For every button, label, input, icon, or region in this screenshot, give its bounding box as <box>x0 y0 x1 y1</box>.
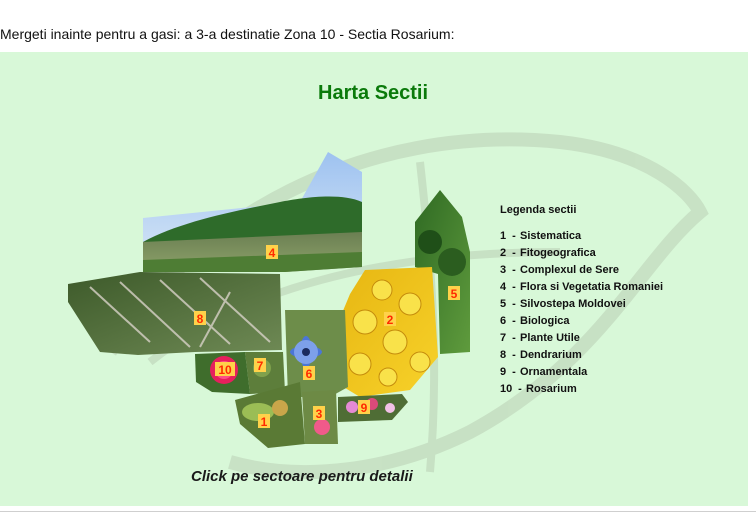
legend-item[interactable]: 8 - Dendrarium <box>500 347 663 364</box>
intro-text: Mergeti inainte pentru a gasi: a 3-a des… <box>0 26 455 42</box>
legend-item[interactable]: 4 - Flora si Vegetatia Romaniei <box>500 279 663 296</box>
marker-10[interactable]: 10 <box>215 362 235 377</box>
svg-text:4: 4 <box>269 246 276 260</box>
legend-item-label: Silvostepa Moldovei <box>520 298 626 310</box>
svg-text:2: 2 <box>387 313 394 327</box>
legend-title: Legenda sectii <box>500 204 577 216</box>
legend-item-label: Ornamentala <box>520 366 588 378</box>
svg-text:3: 3 <box>316 407 323 421</box>
legend-item-label: Complexul de Sere <box>520 264 620 276</box>
legend-item-label: Biologica <box>520 315 570 327</box>
bottom-divider <box>0 511 756 512</box>
marker-4[interactable]: 4 <box>266 245 278 260</box>
marker-2[interactable]: 2 <box>384 312 396 327</box>
legend-item[interactable]: 10 - Rosarium <box>500 381 663 398</box>
legend-item[interactable]: 6 - Biologica <box>500 313 663 330</box>
legend-item-label: Sistematica <box>520 230 582 242</box>
sector-9-ornamental[interactable] <box>338 394 408 422</box>
legend-item-label: Flora si Vegetatia Romaniei <box>520 281 664 293</box>
svg-text:5: 5 <box>451 287 458 301</box>
marker-6[interactable]: 6 <box>303 366 315 381</box>
marker-8[interactable]: 8 <box>194 311 206 326</box>
marker-9[interactable]: 9 <box>358 400 370 415</box>
sections-legend: Legenda sectii 1 - Sistematica 2 - Fitog… <box>500 202 663 398</box>
legend-item[interactable]: 2 - Fitogeografica <box>500 245 663 262</box>
sector-4-lake[interactable] <box>143 152 362 272</box>
section-map-panel: 1 2 3 4 5 6 7 8 9 10 Harta Sectii Legend… <box>0 52 748 506</box>
svg-text:1: 1 <box>261 415 268 429</box>
marker-5[interactable]: 5 <box>448 286 460 301</box>
map-title: Harta Sectii <box>318 82 429 104</box>
legend-item-label: Plante Utile <box>520 332 580 344</box>
svg-text:6: 6 <box>306 367 313 381</box>
marker-7[interactable]: 7 <box>254 358 266 373</box>
click-hint: Click pe sectoare pentru detalii <box>191 468 413 485</box>
legend-item[interactable]: 9 - Ornamentala <box>500 364 663 381</box>
marker-3[interactable]: 3 <box>313 406 325 421</box>
legend-item-label: Fitogeografica <box>520 247 596 259</box>
legend-item[interactable]: 7 - Plante Utile <box>500 330 663 347</box>
legend-item-label: Dendrarium <box>520 349 582 361</box>
legend-item[interactable]: 1 - Sistematica <box>500 228 663 245</box>
legend-item[interactable]: 3 - Complexul de Sere <box>500 262 663 279</box>
svg-text:8: 8 <box>197 312 204 326</box>
svg-text:9: 9 <box>361 401 368 415</box>
sector-8-dendrarium[interactable] <box>68 272 282 355</box>
legend-item[interactable]: 5 - Silvostepa Moldovei <box>500 296 663 313</box>
legend-item-label: Rosarium <box>526 383 577 395</box>
svg-text:7: 7 <box>257 359 264 373</box>
marker-1[interactable]: 1 <box>258 414 270 429</box>
svg-text:10: 10 <box>218 363 232 377</box>
